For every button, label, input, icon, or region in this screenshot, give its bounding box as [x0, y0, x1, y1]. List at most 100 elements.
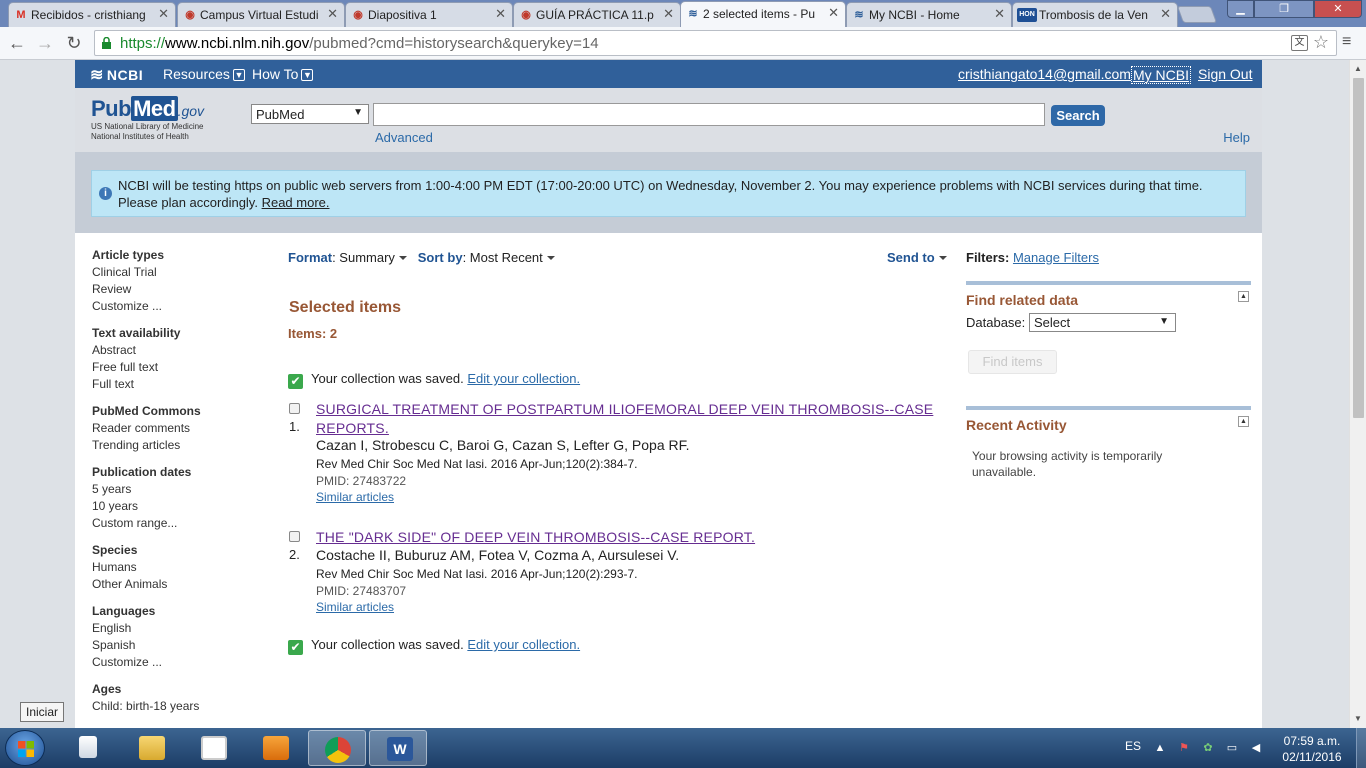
- howto-menu[interactable]: How To ▼: [252, 66, 314, 82]
- read-more-link[interactable]: Read more.: [262, 195, 330, 210]
- clock-date: 02/11/2016: [1282, 750, 1342, 764]
- my-ncbi-link[interactable]: My NCBI: [1131, 66, 1191, 84]
- facet-trending-articles[interactable]: Trending articles: [92, 437, 252, 454]
- tab-my-ncbi[interactable]: ≋ My NCBI - Home ✕: [846, 2, 1012, 27]
- tab-gmail[interactable]: M Recibidos - cristhiang ✕: [8, 2, 176, 27]
- action-center-icon[interactable]: ⚑: [1177, 741, 1191, 755]
- tab-diapositiva[interactable]: ◉ Diapositiva 1 ✕: [345, 2, 513, 27]
- search-input[interactable]: [373, 103, 1045, 126]
- format-value[interactable]: Summary: [339, 250, 395, 265]
- reload-icon[interactable]: ↻: [62, 31, 86, 55]
- vertical-scrollbar[interactable]: ▲ ▼: [1349, 60, 1366, 728]
- scrollbar-thumb[interactable]: [1353, 78, 1364, 418]
- related-database-select[interactable]: Select ▼: [1029, 313, 1176, 332]
- taskbar-media-player[interactable]: [246, 730, 304, 766]
- tab-title: My NCBI - Home: [869, 8, 960, 22]
- resources-menu[interactable]: Resources ▼: [163, 66, 245, 82]
- similar-articles-link[interactable]: Similar articles: [316, 490, 394, 504]
- chrome-menu-icon[interactable]: ≡: [1342, 33, 1351, 51]
- campus-icon: ◉: [185, 9, 195, 21]
- close-tab-icon[interactable]: ✕: [327, 6, 338, 22]
- ncbi-logo[interactable]: ≋ NCBI: [90, 65, 143, 85]
- advanced-search-link[interactable]: Advanced: [375, 130, 433, 145]
- facet-free-full-text[interactable]: Free full text: [92, 359, 252, 376]
- show-desktop-button[interactable]: [1356, 728, 1366, 768]
- edit-collection-link[interactable]: Edit your collection.: [467, 637, 580, 652]
- logo-pub: Pub: [91, 96, 132, 121]
- tab-guia-practica[interactable]: ◉ GUÍA PRÁCTICA 11.p ✕: [513, 2, 681, 27]
- facet-customize-languages[interactable]: Customize ...: [92, 654, 252, 671]
- database-value: PubMed: [256, 107, 305, 122]
- facet-humans[interactable]: Humans: [92, 559, 252, 576]
- result-title-link[interactable]: SURGICAL TREATMENT OF POSTPARTUM ILIOFEM…: [316, 400, 946, 438]
- taskbar-explorer[interactable]: [60, 730, 118, 766]
- scroll-up-icon[interactable]: ▲: [1354, 64, 1362, 73]
- send-to-menu[interactable]: Send to: [887, 250, 947, 265]
- facet-spanish[interactable]: Spanish: [92, 637, 252, 654]
- facet-10-years[interactable]: 10 years: [92, 498, 252, 515]
- edit-collection-link[interactable]: Edit your collection.: [467, 371, 580, 386]
- taskbar-folder[interactable]: [122, 730, 180, 766]
- taskbar-campus-app[interactable]: [184, 730, 242, 766]
- close-tab-icon[interactable]: ✕: [663, 6, 674, 22]
- close-tab-icon[interactable]: ✕: [994, 6, 1005, 22]
- close-tab-icon[interactable]: ✕: [828, 5, 839, 21]
- sort-value[interactable]: Most Recent: [470, 250, 543, 265]
- scroll-down-icon[interactable]: ▼: [1354, 714, 1362, 723]
- result-checkbox[interactable]: [289, 531, 300, 542]
- bookmark-star-icon[interactable]: ☆: [1313, 32, 1329, 53]
- logo-sub-2: National Institutes of Health: [91, 132, 189, 141]
- taskbar-word[interactable]: W: [369, 730, 427, 766]
- back-arrow-icon[interactable]: ←: [5, 31, 29, 55]
- facet-abstract[interactable]: Abstract: [92, 342, 252, 359]
- facet-review[interactable]: Review: [92, 281, 252, 298]
- sign-out-link[interactable]: Sign Out: [1198, 66, 1252, 82]
- close-window-button[interactable]: ✕: [1314, 0, 1362, 18]
- facet-clinical-trial[interactable]: Clinical Trial: [92, 264, 252, 281]
- language-indicator[interactable]: ES: [1125, 739, 1141, 753]
- result-title-link[interactable]: THE "DARK SIDE" OF DEEP VEIN THROMBOSIS-…: [316, 528, 946, 547]
- close-tab-icon[interactable]: ✕: [1160, 6, 1171, 22]
- forward-arrow-icon[interactable]: →: [33, 31, 57, 55]
- tab-trombosis[interactable]: HON Trombosis de la Ven ✕: [1012, 2, 1178, 27]
- address-bar[interactable]: https://www.ncbi.nlm.nih.gov/pubmed?cmd=…: [94, 30, 1337, 56]
- ncbi-logo-text: NCBI: [106, 67, 144, 83]
- database-select[interactable]: PubMed ▼: [251, 104, 369, 124]
- facet-english[interactable]: English: [92, 620, 252, 637]
- facet-reader-comments[interactable]: Reader comments: [92, 420, 252, 437]
- manage-filters-link[interactable]: Manage Filters: [1013, 250, 1099, 265]
- facet-other-animals[interactable]: Other Animals: [92, 576, 252, 593]
- tab-title: Diapositiva 1: [368, 8, 437, 22]
- taskbar-chrome[interactable]: [308, 730, 366, 766]
- collapse-icon[interactable]: ▲: [1238, 291, 1249, 302]
- search-button[interactable]: Search: [1051, 105, 1105, 126]
- close-tab-icon[interactable]: ✕: [158, 6, 169, 22]
- volume-icon[interactable]: ◀: [1249, 741, 1263, 755]
- new-tab-button[interactable]: [1176, 6, 1218, 23]
- result-checkbox[interactable]: [289, 403, 300, 414]
- maximize-window-button[interactable]: ❐: [1254, 0, 1314, 18]
- facet-custom-range[interactable]: Custom range...: [92, 515, 252, 532]
- close-tab-icon[interactable]: ✕: [495, 6, 506, 22]
- start-button[interactable]: [5, 730, 45, 766]
- facet-5-years[interactable]: 5 years: [92, 481, 252, 498]
- show-hidden-icons[interactable]: ▲: [1153, 741, 1167, 755]
- pubmed-logo[interactable]: PubMed .gov US National Library of Medici…: [91, 96, 231, 142]
- tab-title: Campus Virtual Estudi: [200, 8, 319, 22]
- facet-customize[interactable]: Customize ...: [92, 298, 252, 315]
- display-settings[interactable]: Format: Summary Sort by: Most Recent: [288, 250, 555, 265]
- facet-child[interactable]: Child: birth-18 years: [92, 698, 252, 715]
- tab-campus-virtual[interactable]: ◉ Campus Virtual Estudi ✕: [177, 2, 345, 27]
- help-link[interactable]: Help: [1223, 130, 1250, 145]
- similar-articles-link[interactable]: Similar articles: [316, 600, 394, 614]
- sync-icon[interactable]: ✿: [1201, 741, 1215, 755]
- translate-icon[interactable]: 文: [1291, 35, 1308, 51]
- collapse-icon[interactable]: ▲: [1238, 416, 1249, 427]
- minimize-window-button[interactable]: ▁: [1227, 0, 1254, 18]
- find-items-button[interactable]: Find items: [968, 350, 1057, 374]
- facet-full-text[interactable]: Full text: [92, 376, 252, 393]
- tab-selected-items[interactable]: ≋ 2 selected items - Pu ✕: [680, 1, 846, 27]
- user-email-link[interactable]: cristhiangato14@gmail.com: [958, 66, 1131, 82]
- network-icon[interactable]: ▭: [1225, 741, 1239, 755]
- clock[interactable]: 07:59 a.m. 02/11/2016: [1279, 733, 1345, 765]
